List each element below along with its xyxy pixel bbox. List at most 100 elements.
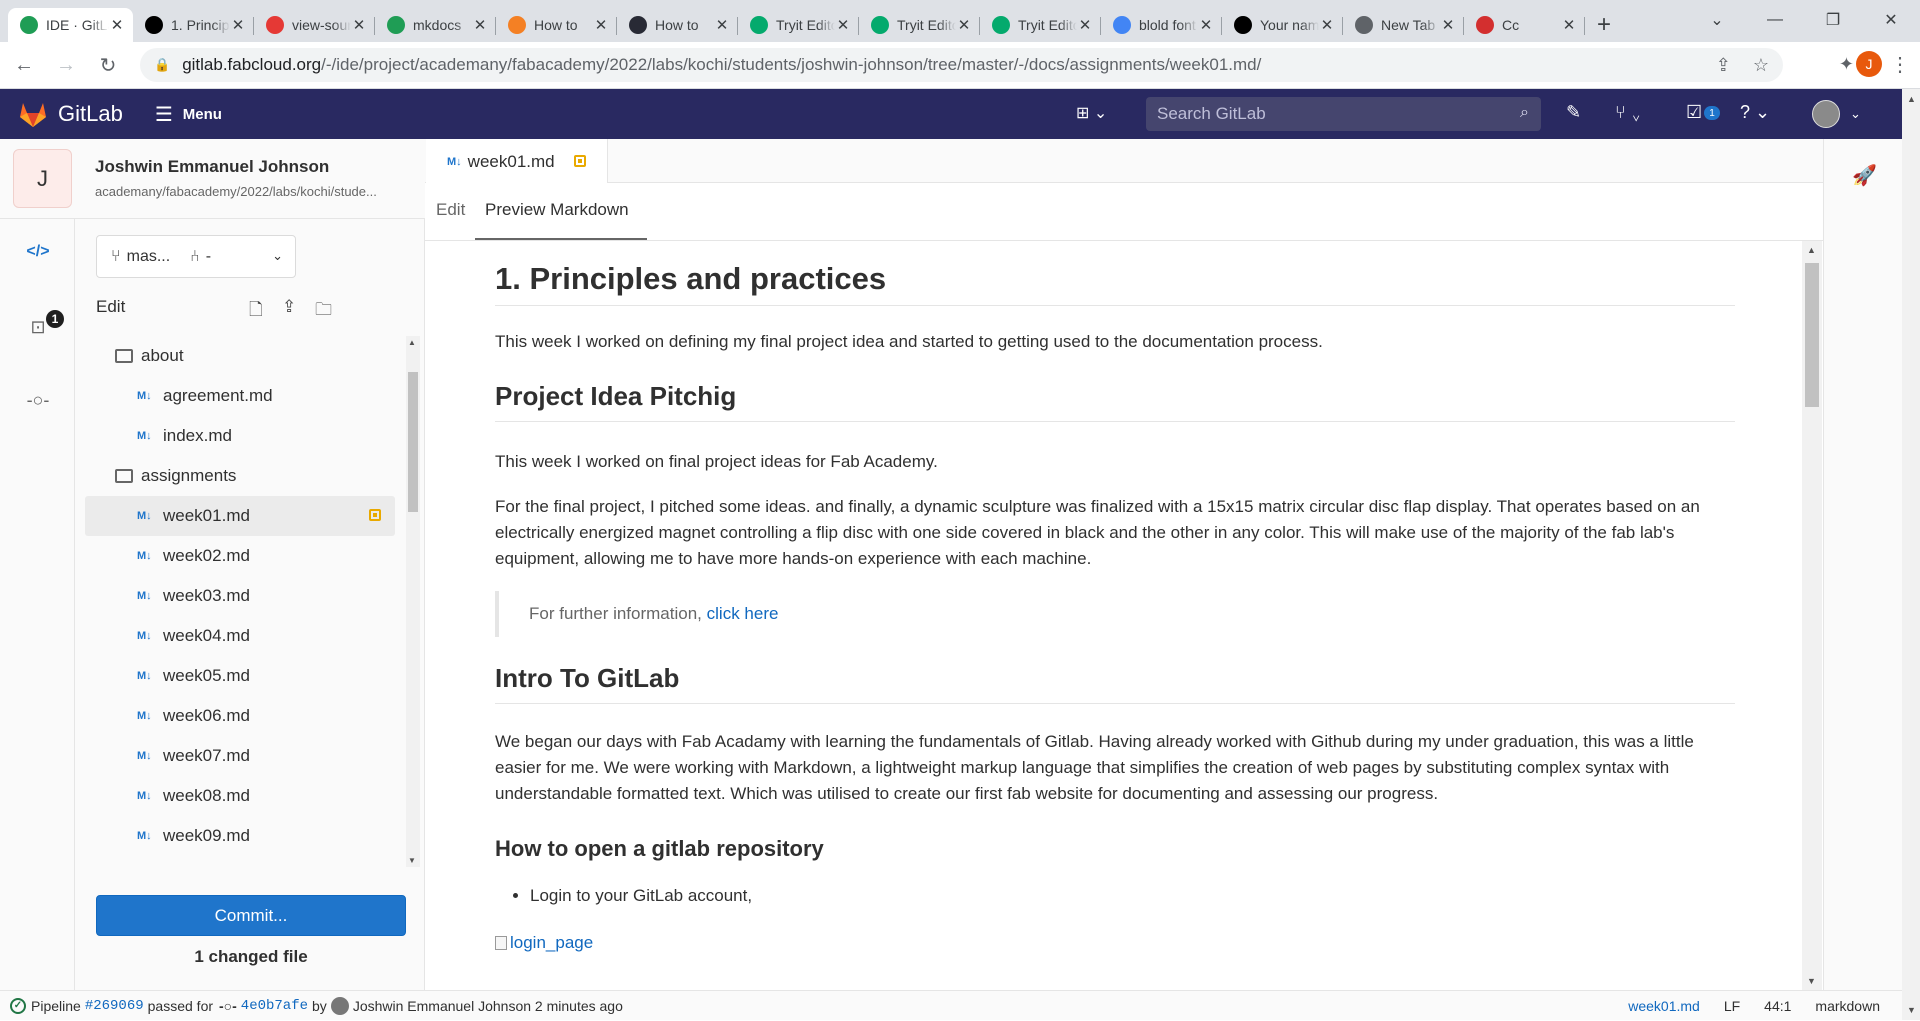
merge-requests-icon[interactable]: ⑂ ⌄ — [1615, 102, 1642, 123]
issues-icon[interactable]: ✎ — [1566, 102, 1581, 123]
click-here-link[interactable]: click here — [707, 604, 779, 623]
tree-file[interactable]: M↓ index.md — [85, 416, 395, 456]
page-scrollbar[interactable]: ▲ ▼ — [1902, 89, 1920, 1020]
browser-tab[interactable]: Tryit Editor✕ — [738, 8, 859, 42]
browser-tab[interactable]: How to ✕ — [496, 8, 617, 42]
tree-file[interactable]: M↓ week08.md — [85, 776, 395, 816]
tree-file[interactable]: M↓ week09.md — [85, 816, 395, 856]
new-directory-icon[interactable]: 🗀 — [315, 297, 332, 326]
minimize-button[interactable]: — — [1746, 0, 1804, 40]
commit-button[interactable]: Commit... — [96, 895, 406, 936]
browser-tab[interactable]: New Tab ✕ — [1343, 8, 1464, 42]
browser-tab[interactable]: mkdocs ✕ — [375, 8, 496, 42]
tree-file[interactable]: M↓ week03.md — [85, 576, 395, 616]
create-new-icon[interactable]: ⊞ ⌄ — [1076, 103, 1107, 123]
address-bar[interactable]: 🔒 gitlab.fabcloud.org/-/ide/project/acad… — [140, 48, 1783, 82]
merge-request-value: - — [205, 247, 212, 265]
close-tab-icon[interactable]: ✕ — [1561, 16, 1577, 34]
tree-file[interactable]: M↓ week01.md — [85, 496, 395, 536]
project-path[interactable]: academany/fabacademy/2022/labs/kochi/stu… — [95, 184, 405, 199]
close-tab-icon[interactable]: ✕ — [230, 16, 246, 34]
close-tab-icon[interactable]: ✕ — [109, 16, 125, 34]
scroll-down-arrow-icon[interactable]: ▼ — [1907, 1005, 1916, 1015]
new-file-icon[interactable]: 🗋 — [249, 297, 263, 326]
extensions-puzzle-icon[interactable]: ✦ — [1839, 54, 1854, 75]
tab-edit[interactable]: Edit — [436, 200, 465, 220]
commit-time: 2 minutes ago — [534, 997, 623, 1014]
share-icon[interactable]: ⇪ — [1716, 55, 1731, 76]
user-menu-chevron-icon[interactable]: ⌄ — [1850, 106, 1861, 122]
upload-file-icon[interactable]: ⇪ — [282, 297, 296, 317]
reload-button[interactable]: ↻ — [90, 47, 126, 83]
tree-file[interactable]: M↓ agreement.md — [85, 376, 395, 416]
browser-tab[interactable]: Cc ✕ — [1464, 8, 1585, 42]
close-tab-icon[interactable]: ✕ — [1198, 16, 1214, 34]
browser-tab[interactable]: blold font ✕ — [1101, 8, 1222, 42]
status-file-name[interactable]: week01.md — [1628, 998, 1700, 1014]
pipelines-rocket-icon[interactable]: 🚀 — [1852, 163, 1877, 188]
tree-file[interactable]: M↓ week04.md — [85, 616, 395, 656]
close-tab-icon[interactable]: ✕ — [835, 16, 851, 34]
project-avatar[interactable]: J — [13, 149, 72, 208]
preview-scrollbar[interactable]: ▲ ▼ — [1802, 241, 1822, 990]
close-window-button[interactable]: ✕ — [1862, 0, 1920, 40]
tree-file[interactable]: M↓ week02.md — [85, 536, 395, 576]
scrollbar-thumb[interactable] — [1805, 263, 1819, 407]
close-tab-icon[interactable]: ✕ — [351, 16, 367, 34]
edit-mode-code-icon[interactable]: </> — [23, 237, 53, 267]
browser-tab[interactable]: IDE · GitLab✕ — [8, 8, 133, 42]
tree-file[interactable]: M↓ week06.md — [85, 696, 395, 736]
browser-tab[interactable]: view-source✕ — [254, 8, 375, 42]
close-tab-icon[interactable]: ✕ — [1319, 16, 1335, 34]
file-tree-scrollbar[interactable]: ▲ ▼ — [406, 336, 420, 867]
close-tab-icon[interactable]: ✕ — [956, 16, 972, 34]
commit-mode-icon[interactable]: -○- — [23, 385, 53, 415]
todos-icon[interactable]: ☑ — [1686, 102, 1702, 123]
file-tab-week01[interactable]: M↓ week01.md — [426, 139, 608, 184]
branch-selector[interactable]: ⑂ mas... ⑃ - ⌄ — [96, 235, 296, 278]
tree-file[interactable]: M↓ week07.md — [85, 736, 395, 776]
w3schools-icon — [750, 16, 768, 34]
scrollbar-thumb[interactable] — [408, 372, 418, 512]
scroll-down-arrow-icon[interactable]: ▼ — [408, 856, 416, 865]
profile-avatar[interactable]: J — [1856, 51, 1882, 77]
file-tree-panel: ⑂ mas... ⑃ - ⌄ Edit 🗋 ⇪ 🗀 about M↓ agreeme… — [75, 219, 425, 990]
project-name[interactable]: Joshwin Emmanuel Johnson — [95, 157, 329, 177]
back-button[interactable]: ← — [6, 47, 42, 83]
browser-tab[interactable]: Tryit Editor✕ — [980, 8, 1101, 42]
commit-sha-link[interactable]: 4e0b7afe — [241, 998, 308, 1014]
close-tab-icon[interactable]: ✕ — [1077, 16, 1093, 34]
pipeline-passed-icon[interactable]: ✓ — [10, 997, 26, 1014]
new-tab-button[interactable]: + — [1585, 8, 1623, 42]
bookmark-star-icon[interactable]: ☆ — [1753, 55, 1769, 76]
file-tab-label: week01.md — [467, 151, 555, 171]
user-avatar[interactable] — [1812, 100, 1840, 128]
gitlab-search-input[interactable]: Search GitLab ⌕ — [1146, 97, 1541, 131]
tab-search-icon[interactable]: ⌄ — [1688, 0, 1746, 40]
browser-tab[interactable]: 1. Principles✕ — [133, 8, 254, 42]
browser-tab[interactable]: How to ✕ — [617, 8, 738, 42]
close-tab-icon[interactable]: ✕ — [1440, 16, 1456, 34]
scroll-up-arrow-icon[interactable]: ▲ — [1807, 245, 1816, 255]
pipeline-link[interactable]: #269069 — [85, 998, 144, 1014]
browser-tab[interactable]: Your name✕ — [1222, 8, 1343, 42]
scroll-up-arrow-icon[interactable]: ▲ — [1907, 94, 1916, 104]
help-icon[interactable]: ? ⌄ — [1740, 102, 1770, 123]
tree-folder[interactable]: assignments — [85, 456, 395, 496]
scroll-down-arrow-icon[interactable]: ▼ — [1807, 976, 1816, 986]
close-tab-icon[interactable]: ✕ — [593, 16, 609, 34]
lock-icon[interactable]: 🔒 — [154, 57, 170, 73]
forward-button[interactable]: → — [48, 47, 84, 83]
gitlab-home-link[interactable]: GitLab — [18, 100, 123, 128]
login-page-image-link[interactable]: login_page — [495, 933, 593, 953]
tree-folder[interactable]: about — [85, 336, 395, 376]
restore-button[interactable]: ❐ — [1804, 0, 1862, 40]
close-tab-icon[interactable]: ✕ — [714, 16, 730, 34]
scroll-up-arrow-icon[interactable]: ▲ — [408, 338, 416, 347]
tab-preview-markdown[interactable]: Preview Markdown — [485, 200, 629, 220]
browser-tab[interactable]: Tryit Editor✕ — [859, 8, 980, 42]
chrome-menu-icon[interactable]: ⋮ — [1890, 52, 1910, 77]
close-tab-icon[interactable]: ✕ — [472, 16, 488, 34]
main-menu-button[interactable]: ☰ Menu — [155, 102, 222, 127]
tree-file[interactable]: M↓ week05.md — [85, 656, 395, 696]
